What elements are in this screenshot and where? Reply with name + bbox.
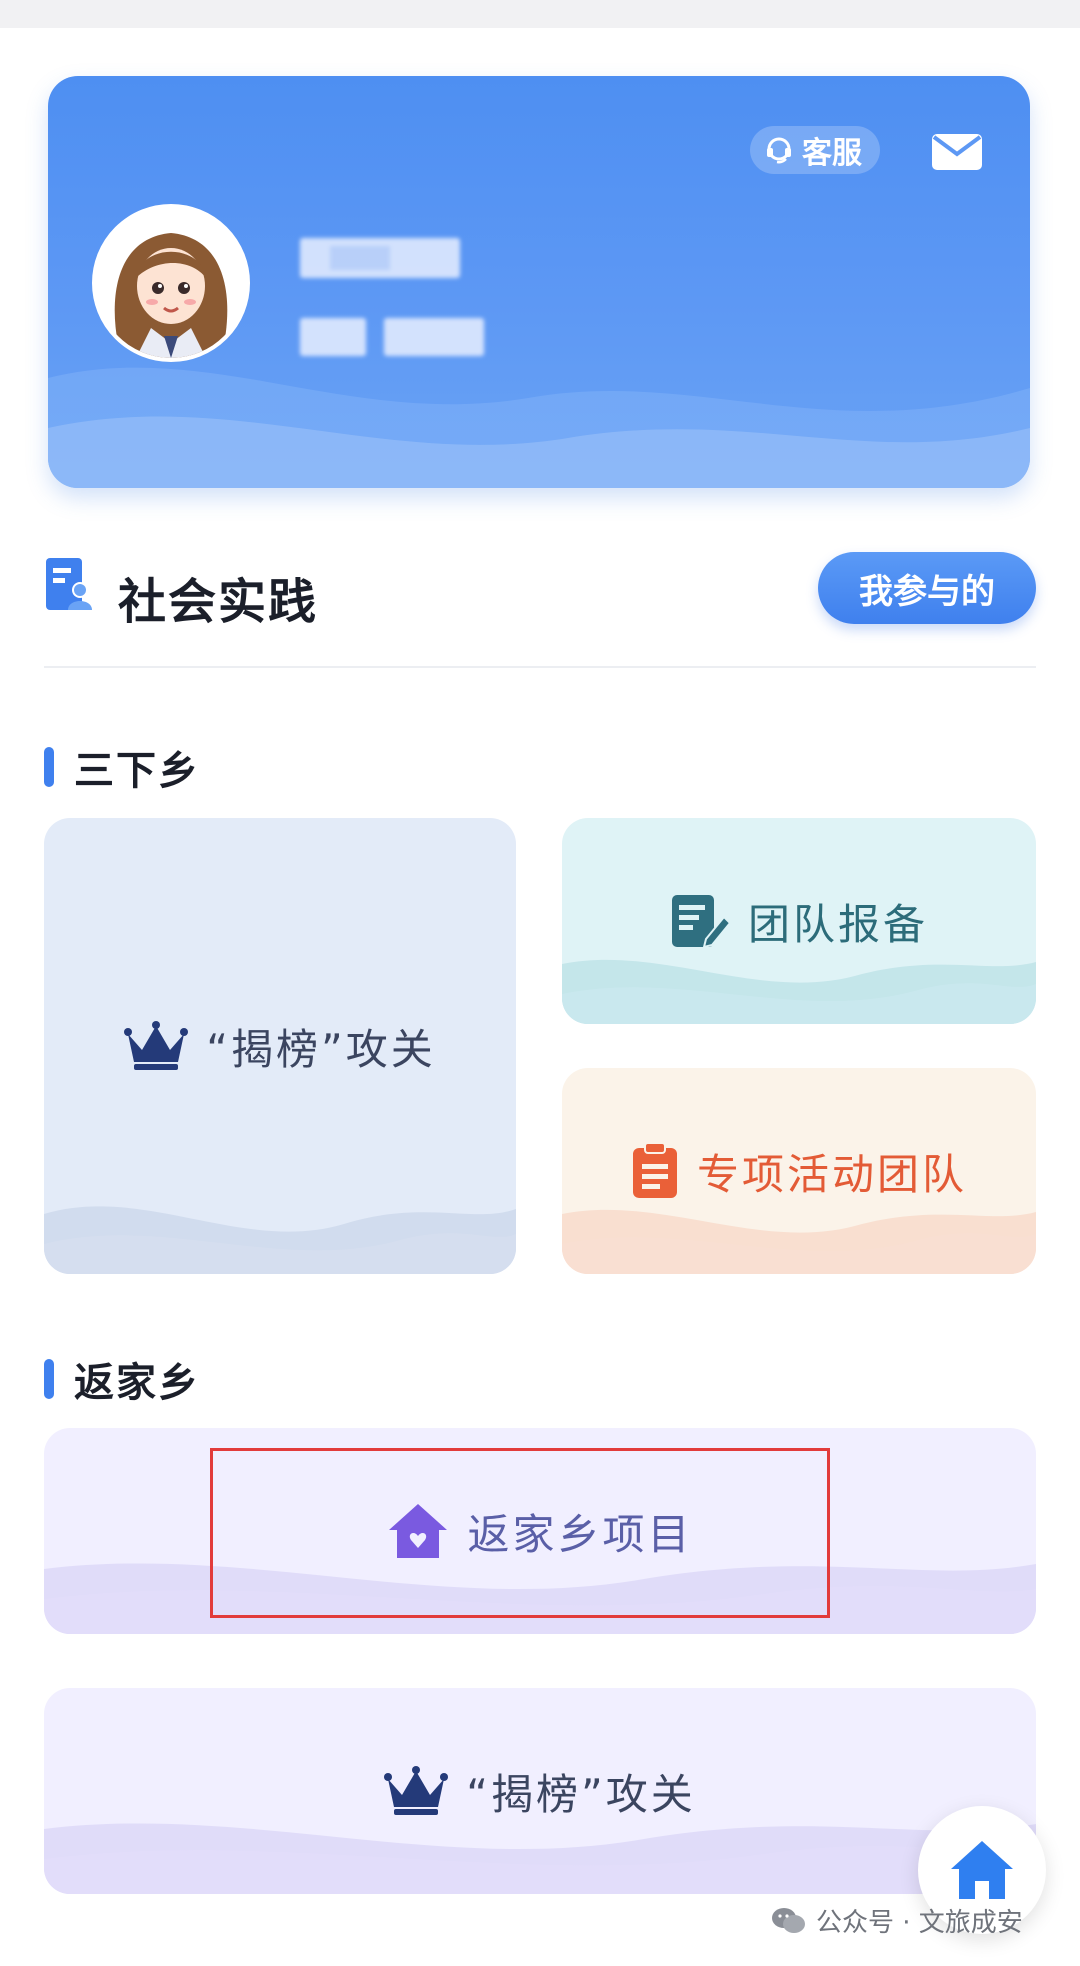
clipboard-icon <box>631 1142 679 1200</box>
user-id-redacted <box>300 318 366 356</box>
avatar-illustration <box>96 208 246 358</box>
status-strip <box>0 0 1080 28</box>
subsection-marker <box>44 1359 54 1399</box>
tile-label: “揭榜”攻关 <box>466 1769 696 1819</box>
watermark-text: 公众号 · 文旅成安 <box>816 1908 1023 1938</box>
card-wave-decoration <box>48 367 1030 488</box>
tile-label: “揭榜”攻关 <box>206 1024 436 1074</box>
profile-card: 客服 <box>48 76 1030 488</box>
message-button[interactable] <box>930 132 984 176</box>
crown-icon <box>384 1765 449 1817</box>
jiebang-gongguan-hometown-tile[interactable]: “揭榜”攻关 <box>44 1688 1036 1894</box>
subsection-title: 三下乡 <box>74 748 200 794</box>
tile-label: 返家乡项目 <box>467 1509 693 1559</box>
user-school-redacted <box>384 318 484 356</box>
wechat-icon <box>772 1907 805 1933</box>
tile-label: 团队报备 <box>747 899 928 949</box>
tile-wave-decoration <box>562 959 1036 1024</box>
customer-service-label: 客服 <box>802 136 862 171</box>
divider <box>44 666 1036 668</box>
mail-icon <box>932 134 982 170</box>
section-header: 社会实践 我参与的 <box>44 552 1036 632</box>
page-title: 社会实践 <box>118 574 319 630</box>
subsection-fanjiaxiang: 返家乡 <box>44 1350 200 1408</box>
team-report-tile[interactable]: 团队报备 <box>562 818 1036 1024</box>
crown-icon <box>124 1020 189 1072</box>
special-activity-team-tile[interactable]: 专项活动团队 <box>562 1068 1036 1274</box>
subsection-marker <box>44 747 54 787</box>
headset-icon <box>767 137 791 164</box>
jiebang-gongguan-tile[interactable]: “揭榜”攻关 <box>44 818 516 1274</box>
edit-document-icon <box>670 893 730 949</box>
user-name-redacted <box>300 238 460 278</box>
customer-service-button[interactable]: 客服 <box>750 126 880 174</box>
tile-label: 专项活动团队 <box>696 1149 967 1199</box>
tile-wave-decoration <box>44 1206 516 1274</box>
watermark: 公众号 · 文旅成安 <box>770 1902 1023 1939</box>
social-practice-icon <box>46 558 92 610</box>
return-hometown-project-tile[interactable]: 返家乡项目 <box>44 1428 1036 1634</box>
home-icon <box>951 1841 1013 1899</box>
subsection-title: 返家乡 <box>74 1360 200 1406</box>
subsection-sanxiaxiang: 三下乡 <box>44 738 200 796</box>
house-heart-icon <box>387 1502 449 1560</box>
avatar[interactable] <box>92 204 250 362</box>
tile-wave-decoration <box>562 1209 1036 1274</box>
my-participation-button[interactable]: 我参与的 <box>818 552 1036 624</box>
